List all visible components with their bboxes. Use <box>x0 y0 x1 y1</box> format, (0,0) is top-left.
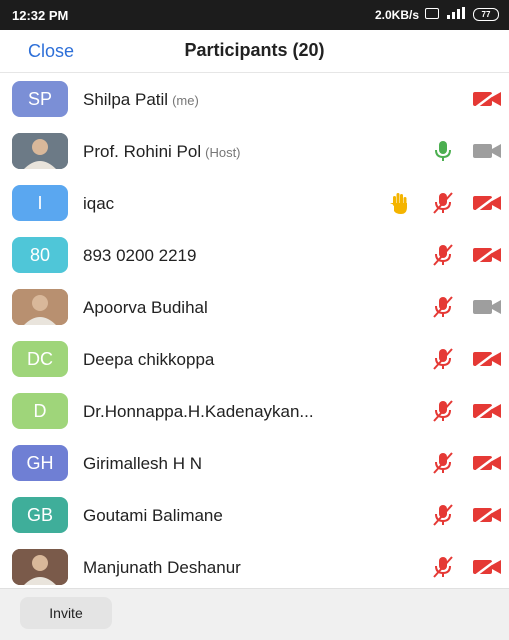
avatar <box>12 289 68 325</box>
participant-row[interactable]: D Dr.Honnappa.H.Kadenaykan... <box>0 385 509 437</box>
participant-row[interactable]: SP Shilpa Patil (me) <box>0 73 509 125</box>
participant-name-text: Dr.Honnappa.H.Kadenaykan... <box>83 402 314 421</box>
participant-role-tag: (me) <box>172 93 199 108</box>
participant-name-text: iqac <box>83 194 115 213</box>
avatar-initials: GH <box>26 452 54 473</box>
microphone-muted-icon <box>430 451 456 475</box>
participant-row[interactable]: Iiqac <box>0 177 509 229</box>
participant-name-text: Apoorva Budihal <box>83 298 208 317</box>
participant-name: Apoorva Budihal <box>83 298 208 318</box>
participant-name: 893 0200 2219 <box>83 246 196 266</box>
video-camera-off-icon <box>472 453 502 473</box>
video-camera-off-icon <box>472 349 502 369</box>
microphone-muted-icon <box>430 347 456 371</box>
volte-icon <box>425 7 439 22</box>
participant-name: Shilpa Patil (me) <box>83 90 199 110</box>
avatar: SP <box>12 81 68 117</box>
participant-name-text: Prof. Rohini Pol <box>83 142 202 161</box>
participant-name: Prof. Rohini Pol (Host) <box>83 142 241 162</box>
participant-row[interactable]: Prof. Rohini Pol (Host) <box>0 125 509 177</box>
status-bar: 12:32 PM 2.0KB/s 77 <box>0 0 509 30</box>
video-camera-off-icon <box>472 89 502 109</box>
participant-name: Dr.Honnappa.H.Kadenaykan... <box>83 402 314 422</box>
microphone-muted-icon <box>430 555 456 579</box>
participant-name: Deepa chikkoppa <box>83 350 214 370</box>
microphone-muted-icon <box>430 243 456 267</box>
avatar-initials: D <box>33 400 47 421</box>
avatar: 80 <box>12 237 68 273</box>
participant-name-text: Deepa chikkoppa <box>83 350 215 369</box>
microphone-muted-icon <box>430 503 456 527</box>
video-camera-off-icon <box>472 401 502 421</box>
avatar: GH <box>12 445 68 481</box>
microphone-muted-icon <box>430 295 456 319</box>
participant-name-text: Goutami Balimane <box>83 506 223 525</box>
participant-row[interactable]: 80 893 0200 2219 <box>0 229 509 281</box>
battery-icon: 77 <box>473 8 499 21</box>
invite-button[interactable]: Invite <box>20 597 112 629</box>
avatar <box>12 549 68 585</box>
participant-name-text: Manjunath Deshanur <box>83 558 241 577</box>
participant-name-text: Shilpa Patil <box>83 90 169 109</box>
microphone-icon <box>430 139 456 163</box>
video-camera-icon <box>472 141 502 161</box>
signal-icon <box>445 7 467 22</box>
participant-name: Manjunath Deshanur <box>83 558 241 578</box>
raised-hand-icon <box>386 191 412 215</box>
participant-row[interactable]: Apoorva Budihal <box>0 281 509 333</box>
status-time: 12:32 PM <box>12 8 69 23</box>
footer-bar: Invite <box>0 588 509 640</box>
avatar-initials: I <box>37 192 43 213</box>
participant-name: iqac <box>83 194 114 214</box>
video-camera-off-icon <box>472 245 502 265</box>
participant-row[interactable]: GB Goutami Balimane <box>0 489 509 541</box>
participant-name-text: Girimallesh H N <box>83 454 203 473</box>
avatar: D <box>12 393 68 429</box>
avatar-initials: SP <box>27 88 52 109</box>
participant-name-text: 893 0200 2219 <box>83 246 197 265</box>
participant-row[interactable]: DC Deepa chikkoppa <box>0 333 509 385</box>
video-camera-icon <box>472 297 502 317</box>
avatar: GB <box>12 497 68 533</box>
participants-list: SP Shilpa Patil (me) Prof. Rohini Pol (Host)… <box>0 73 509 593</box>
microphone-muted-icon <box>430 399 456 423</box>
video-camera-off-icon <box>472 557 502 577</box>
microphone-muted-icon <box>430 191 456 215</box>
participant-role-tag: (Host) <box>205 145 241 160</box>
participant-name: Girimallesh H N <box>83 454 202 474</box>
participants-header: Close Participants (20) <box>0 30 509 73</box>
participant-name: Goutami Balimane <box>83 506 223 526</box>
video-camera-off-icon <box>472 505 502 525</box>
video-camera-off-icon <box>472 193 502 213</box>
avatar: I <box>12 185 68 221</box>
status-right: 2.0KB/s 77 <box>375 7 499 22</box>
participant-row[interactable]: GH Girimallesh H N <box>0 437 509 489</box>
avatar-initials: 80 <box>29 244 51 265</box>
participant-row[interactable]: Manjunath Deshanur <box>0 541 509 593</box>
page-title: Participants (20) <box>184 40 325 60</box>
avatar-initials: GB <box>26 504 53 525</box>
avatar <box>12 133 68 169</box>
avatar: DC <box>12 341 68 377</box>
network-speed: 2.0KB/s <box>374 7 419 22</box>
avatar-initials: DC <box>27 348 53 369</box>
